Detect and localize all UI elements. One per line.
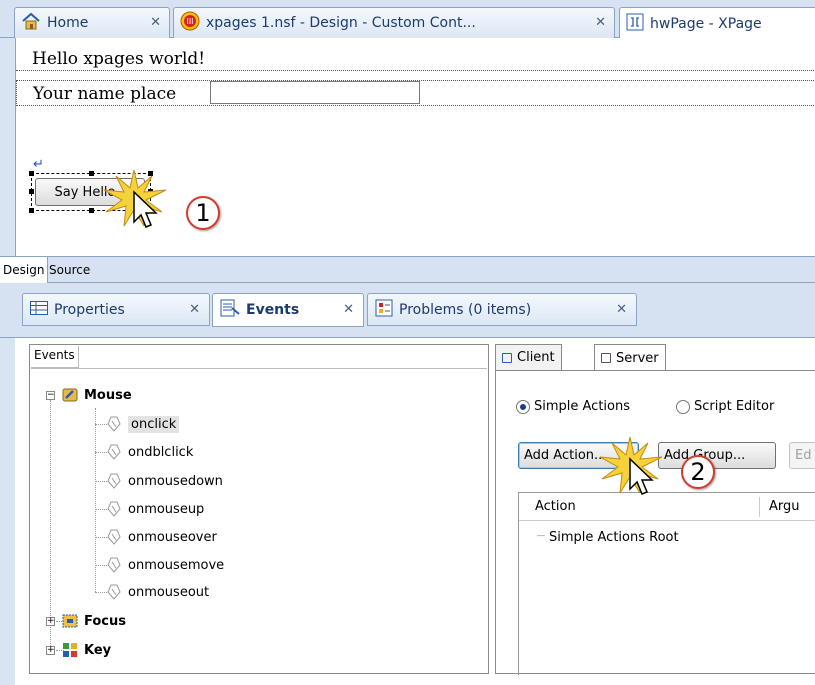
mouse-icon (62, 387, 78, 403)
tree-group-mouse[interactable]: Mouse (62, 384, 132, 406)
tab-custom-control[interactable]: III xpages 1.nsf - Design - Custom Cont.… (173, 7, 615, 38)
server-panel: Simple Actions Script Editor Add Action.… (495, 370, 815, 675)
paragraph-return-icon: ↵ (33, 157, 44, 172)
xpage-icon (626, 13, 644, 35)
click-burst-icon (600, 437, 663, 495)
actions-table: Action Argu ┈ Simple Actions Root (518, 492, 815, 675)
properties-grid-icon (30, 300, 48, 319)
focus-icon (62, 613, 78, 629)
radio-icon (676, 399, 690, 414)
close-icon[interactable]: ✕ (595, 15, 606, 30)
name-input[interactable] (210, 81, 420, 104)
event-onclick[interactable]: onclick (106, 413, 180, 435)
event-handler-pane: Client Server Simple Actions Script Edit… (495, 344, 815, 675)
close-icon[interactable]: ✕ (189, 302, 200, 317)
tab-home[interactable]: Home ✕ (14, 7, 170, 38)
resize-handle[interactable] (29, 189, 34, 194)
tab-hwpage[interactable]: hwPage - XPage (619, 7, 815, 39)
tree-group-focus[interactable]: Focus (62, 610, 126, 632)
resize-handle[interactable] (29, 208, 34, 213)
event-icon (106, 473, 122, 489)
design-source-strip: Design Source (0, 256, 815, 283)
expand-icon[interactable]: + (46, 646, 55, 655)
event-onmousemove[interactable]: onmousemove (106, 554, 224, 576)
tab-source[interactable]: Source (46, 257, 93, 283)
tab-properties[interactable]: Properties ✕ (22, 293, 210, 326)
edit-button: Ed (789, 442, 815, 469)
tree-connector: ┈ (537, 529, 545, 544)
event-onmouseover[interactable]: onmouseover (106, 526, 217, 548)
event-onmouseup[interactable]: onmouseup (106, 498, 204, 520)
event-icon (106, 416, 122, 432)
key-icon (62, 642, 78, 658)
house-icon (21, 12, 41, 34)
tree-group-key[interactable]: Key (62, 639, 111, 661)
callout-1: 1 (186, 196, 220, 230)
header-divider (31, 368, 487, 369)
server-icon (601, 353, 611, 363)
close-icon[interactable]: ✕ (150, 15, 161, 30)
event-icon (106, 444, 122, 460)
radio-simple-actions[interactable]: Simple Actions (516, 399, 630, 414)
tab-server[interactable]: Server (594, 344, 666, 371)
radio-selected-icon (516, 399, 530, 414)
tab-events-label: Events (246, 302, 300, 318)
svg-text:III: III (186, 17, 193, 26)
events-tree-header: Events (31, 346, 79, 368)
tree-connector (50, 400, 51, 652)
resize-handle[interactable] (89, 171, 94, 176)
event-onmouseout[interactable]: onmouseout (106, 581, 209, 603)
close-icon[interactable]: ✕ (616, 302, 627, 317)
problems-icon (375, 299, 393, 321)
tab-problems-label: Problems (0 items) (399, 301, 532, 318)
event-onmousedown[interactable]: onmousedown (106, 470, 223, 492)
callout-2: 2 (681, 455, 715, 489)
click-burst-icon (104, 170, 167, 228)
client-icon (502, 352, 512, 363)
radio-script-editor[interactable]: Script Editor (676, 399, 774, 414)
editor-tab-strip: Home ✕ III xpages 1.nsf - Design - Custo… (0, 0, 815, 39)
event-icon (106, 529, 122, 545)
tab-custom-control-label: xpages 1.nsf - Design - Custom Cont... (206, 15, 476, 31)
database-icon: III (180, 11, 200, 35)
tab-problems[interactable]: Problems (0 items) ✕ (367, 293, 637, 326)
close-icon[interactable]: ✕ (343, 302, 354, 317)
tab-client[interactable]: Client (495, 344, 562, 370)
tab-properties-label: Properties (54, 301, 125, 318)
event-icon (106, 501, 122, 517)
event-icon (106, 557, 122, 573)
resize-handle[interactable] (89, 208, 94, 213)
collapse-icon[interactable]: − (46, 391, 55, 400)
event-icon (106, 584, 122, 600)
name-label: Your name place (33, 84, 177, 104)
events-icon (220, 299, 240, 321)
tab-hwpage-label: hwPage - XPage (650, 15, 762, 32)
resize-handle[interactable] (29, 171, 34, 176)
tab-events[interactable]: Events ✕ (212, 293, 364, 327)
tab-design[interactable]: Design (0, 257, 49, 283)
view-tab-strip: Properties ✕ Events ✕ Problems (0 items)… (0, 283, 815, 338)
add-group-button[interactable]: Add Group... (658, 442, 776, 469)
table-row[interactable]: Simple Actions Root (549, 530, 679, 545)
event-ondblclick[interactable]: ondblclick (106, 441, 193, 463)
expand-icon[interactable]: + (46, 617, 55, 626)
tab-home-label: Home (47, 15, 89, 31)
page-heading-text[interactable]: Hello xpages world! (16, 47, 815, 71)
column-arguments[interactable]: Argu (759, 493, 815, 521)
